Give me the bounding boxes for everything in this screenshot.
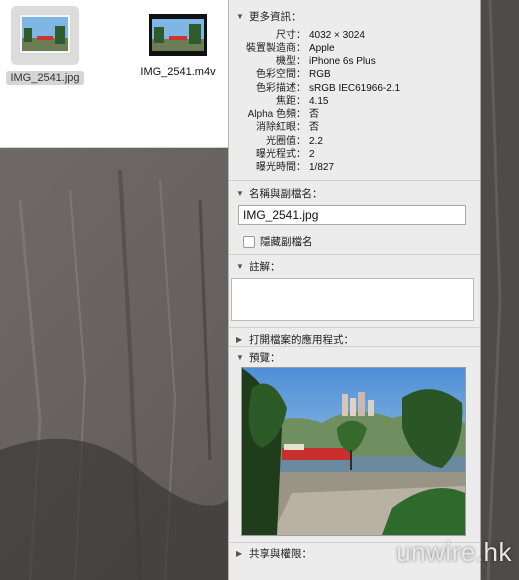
image-thumbnail-icon xyxy=(18,13,72,55)
file-label-jpg[interactable]: IMG_2541.jpg xyxy=(6,71,84,85)
file-item-m4v[interactable]: IMG_2541.m4v xyxy=(130,6,226,79)
sharing-permissions-header[interactable]: ▶ 共享與權限： xyxy=(236,546,312,561)
file-item-jpg[interactable]: IMG_2541.jpg xyxy=(6,6,84,85)
info-row-color-space: 色彩空間： RGB xyxy=(256,69,331,80)
triangle-right-icon: ▶ xyxy=(236,549,243,558)
info-row-exposure-time: 曝光時間： 1/827 xyxy=(256,162,335,173)
filename-input[interactable]: IMG_2541.jpg xyxy=(238,205,466,225)
section-divider xyxy=(229,180,480,181)
finder-window: IMG_2541.jpg IMG_2541.m4v xyxy=(0,0,229,148)
preview-image xyxy=(241,367,466,536)
info-row-alpha: Alpha 色頻： 否 xyxy=(247,109,319,120)
hide-extension-checkbox[interactable] xyxy=(243,235,255,248)
info-row-exposure-program: 曝光程式： 2 xyxy=(256,149,315,160)
info-row-red-eye: 消除紅眼： 否 xyxy=(256,122,319,133)
comments-header[interactable]: ▼ 註解： xyxy=(236,259,281,274)
preview-photo xyxy=(242,368,465,535)
comments-textarea[interactable] xyxy=(231,278,474,321)
triangle-down-icon: ▼ xyxy=(236,353,244,362)
info-row-focal-length: 焦距： 4.15 xyxy=(276,96,329,107)
info-row-aperture: 光圈值： 2.2 xyxy=(266,136,323,147)
info-row-manufacturer: 裝置製造商： Apple xyxy=(246,43,335,54)
get-info-panel: ▼ 更多資訊： 尺寸： 4032 × 3024 裝置製造商： Apple 機型：… xyxy=(228,0,481,580)
file-thumbnail-jpg[interactable] xyxy=(11,6,79,65)
triangle-down-icon: ▼ xyxy=(236,189,244,198)
info-row-dimensions: 尺寸： 4032 × 3024 xyxy=(276,30,365,41)
hide-extension-label: 隱藏副檔名 xyxy=(260,236,313,248)
name-extension-header[interactable]: ▼ 名稱與副檔名： xyxy=(236,186,323,201)
section-divider xyxy=(229,254,480,255)
file-label-m4v[interactable]: IMG_2541.m4v xyxy=(130,65,226,79)
section-divider xyxy=(229,346,480,347)
preview-header[interactable]: ▼ 預覽： xyxy=(236,350,281,365)
triangle-down-icon: ▼ xyxy=(236,12,244,21)
info-row-color-profile: 色彩描述： sRGB IEC61966-2.1 xyxy=(256,83,401,94)
info-row-model: 機型： iPhone 6s Plus xyxy=(276,56,376,67)
video-thumbnail-icon xyxy=(149,14,207,56)
triangle-down-icon: ▼ xyxy=(236,262,244,271)
hide-extension-row[interactable]: 隱藏副檔名 xyxy=(243,234,313,249)
watermark-text: unwire.hk xyxy=(396,537,512,567)
file-thumbnail-m4v[interactable] xyxy=(149,14,207,59)
triangle-right-icon: ▶ xyxy=(236,335,243,344)
open-with-header[interactable]: ▶ 打開檔案的應用程式： xyxy=(236,332,354,347)
section-divider xyxy=(229,327,480,328)
more-info-header[interactable]: ▼ 更多資訊： xyxy=(236,9,302,24)
